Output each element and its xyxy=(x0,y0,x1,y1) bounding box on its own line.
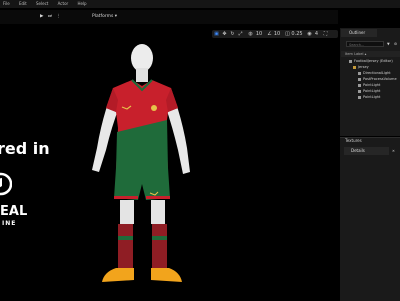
crest xyxy=(151,105,157,111)
scale-icon[interactable]: ⤢ xyxy=(237,30,244,38)
menu-select[interactable]: Select xyxy=(36,0,48,8)
tab-details[interactable]: Details xyxy=(344,147,389,155)
left-boot xyxy=(102,268,134,282)
right-knee xyxy=(151,200,165,224)
world-icon[interactable]: ◍ xyxy=(247,30,254,38)
unreal-logo-icon xyxy=(0,172,12,196)
play-icon[interactable]: ▶ xyxy=(40,13,43,21)
outliner-column-item-label[interactable]: Item Label ▴ xyxy=(341,51,400,57)
grid-snap-value[interactable]: 10 xyxy=(255,30,263,38)
select-mode-icon[interactable]: ▣ xyxy=(213,30,220,38)
menu-edit[interactable]: Edit xyxy=(19,0,27,8)
tab-outliner[interactable]: Outliner xyxy=(341,29,377,37)
light-icon xyxy=(358,83,361,87)
shorts-trim-left xyxy=(114,196,138,199)
level-viewport[interactable] xyxy=(0,10,338,300)
mannequin-neck xyxy=(136,68,148,82)
rotate-icon[interactable]: ↻ xyxy=(229,30,236,38)
menu-actor[interactable]: Actor xyxy=(58,0,69,8)
overlay-title: red in xyxy=(0,139,50,158)
level-icon xyxy=(349,59,352,63)
scale-snap-value[interactable]: 0.25 xyxy=(291,30,303,38)
light-icon xyxy=(358,71,361,75)
right-sock-band xyxy=(152,236,167,240)
translate-icon[interactable]: ✥ xyxy=(221,30,228,38)
scale-snap-icon[interactable]: ◫ xyxy=(284,30,291,38)
shorts xyxy=(114,168,170,200)
menu-bar: File Edit Select Actor Help xyxy=(0,0,400,8)
step-icon[interactable]: ⏭ xyxy=(48,13,52,21)
list-item[interactable]: PointLight xyxy=(358,94,380,100)
jersey-preview xyxy=(92,44,190,282)
maximize-icon[interactable]: ⛶ xyxy=(322,30,329,38)
unreal-wordmark: EAL xyxy=(0,204,28,219)
left-sock-band xyxy=(118,236,133,240)
unreal-engine-subtitle: INE xyxy=(2,220,17,227)
left-sock xyxy=(118,224,133,270)
platforms-button[interactable]: Platforms ▾ xyxy=(92,13,117,21)
camera-speed-icon[interactable]: ◉ xyxy=(306,30,313,38)
outliner-search-input[interactable]: Search... xyxy=(346,41,384,47)
rotation-snap-value[interactable]: 10 xyxy=(273,30,281,38)
close-icon[interactable]: ✕ xyxy=(392,148,395,154)
filter-icon[interactable]: ▼ xyxy=(387,41,390,47)
camera-speed-value[interactable]: 4 xyxy=(313,30,320,38)
shorts-trim-right xyxy=(146,196,170,199)
settings-icon[interactable]: ⚙ xyxy=(394,41,397,47)
right-boot xyxy=(151,268,182,282)
more-icon[interactable]: ⋮ xyxy=(56,13,61,21)
rotation-snap-icon[interactable]: ∠ xyxy=(266,30,273,38)
menu-help[interactable]: Help xyxy=(77,0,86,8)
light-icon xyxy=(358,89,361,93)
textures-section-header[interactable]: Textures xyxy=(340,137,400,145)
menu-file[interactable]: File xyxy=(3,0,10,8)
light-icon xyxy=(358,95,361,99)
right-sock xyxy=(152,224,167,270)
mannequin-head xyxy=(131,44,153,72)
left-knee xyxy=(120,200,134,224)
volume-icon xyxy=(358,77,361,81)
details-panel xyxy=(340,137,400,301)
folder-icon xyxy=(353,65,356,69)
